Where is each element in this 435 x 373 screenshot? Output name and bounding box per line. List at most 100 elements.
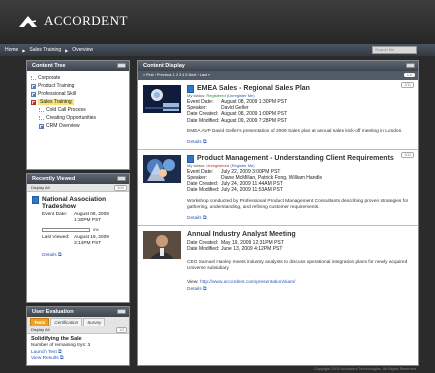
tree-item-corporate[interactable]: Corporate xyxy=(31,74,125,82)
tab-tests[interactable]: Tests xyxy=(30,318,50,326)
content-display-panel: Content Display « First ‹ Previous 1 2 3… xyxy=(137,60,419,366)
expand-icon[interactable] xyxy=(31,91,36,97)
pagination[interactable]: « First ‹ Previous 1 2 3 4 5 Next › Last… xyxy=(138,71,418,80)
unregister-link[interactable]: (Unregister Me) xyxy=(227,93,255,98)
tree-item-crm-overview[interactable]: CRM Overview xyxy=(31,122,125,130)
panel-title: Recently Viewed xyxy=(32,176,76,182)
tree-item-creating-opportunities[interactable]: Creating Opportunities xyxy=(31,114,125,122)
registration-status: My status: Registered (Unregister Me) xyxy=(187,93,413,98)
last-viewed-label: Last Viewed: xyxy=(42,235,70,240)
external-link-icon: ⧉ xyxy=(58,253,62,258)
content-item-title[interactable]: Annual Industry Analyst Meeting xyxy=(187,231,413,239)
tree-item-cold-call[interactable]: Cold Call Process xyxy=(31,106,125,114)
content-item-title[interactable]: Product Management - Understanding Clien… xyxy=(197,155,394,163)
panel-title: Content Display xyxy=(143,63,185,69)
content-description: Workshop conducted by Professional Produ… xyxy=(187,198,409,210)
tree-item-label: Sales Training xyxy=(38,99,74,105)
content-thumbnail[interactable] xyxy=(143,85,181,113)
field-label: Date Modified: xyxy=(187,245,220,252)
details-link[interactable]: Details ⧉ xyxy=(187,286,413,292)
content-thumbnail[interactable] xyxy=(143,230,181,259)
progress: 0% xyxy=(42,227,124,232)
details-label: Details xyxy=(42,253,57,258)
tree-item-label: Product Training xyxy=(38,83,75,89)
progress-bar xyxy=(42,227,90,232)
details-link[interactable]: Details ⧉ xyxy=(187,139,413,145)
view-url-row: View: http://www.accordent.com/presentat… xyxy=(187,280,413,285)
status-label: My status: xyxy=(187,162,206,168)
registration-status: My status: Unregistered (Register Me) xyxy=(187,163,413,168)
external-link-icon: ⧉ xyxy=(203,287,207,293)
event-date-value: August 08, 2009 1:30PM PST xyxy=(74,212,109,223)
panel-title: User Evaluation xyxy=(32,309,74,315)
last-viewed-value: August 19, 2009 3:14PM PST xyxy=(74,235,109,246)
field-value: July 24, 2009 11:53AM PST xyxy=(221,187,283,194)
status-value: Unregistered xyxy=(206,162,230,168)
brand-logo[interactable]: ACCORDENT xyxy=(18,13,128,29)
content-tree: Corporate Product Training Professional … xyxy=(27,71,129,133)
expand-icon[interactable] xyxy=(31,83,36,89)
recent-item: National Association Tradeshow Event Dat… xyxy=(27,192,129,262)
details-link[interactable]: Details ⧉ xyxy=(42,252,124,258)
tree-item-label: Corporate xyxy=(38,75,61,81)
details-label: Details xyxy=(187,287,202,293)
external-link-icon: ⧉ xyxy=(59,356,64,361)
expand-icon[interactable] xyxy=(39,123,44,129)
collapse-icon[interactable] xyxy=(31,99,36,105)
content-thumbnail[interactable] xyxy=(143,154,181,183)
event-date-label: Event Date: xyxy=(42,212,68,217)
tree-line-icon xyxy=(39,116,44,120)
progress-percent: 0% xyxy=(93,227,99,232)
pagination-label: « First ‹ Previous 1 2 3 4 5 Next › Last… xyxy=(143,73,211,77)
details-link[interactable]: Details ⧉ xyxy=(187,215,413,221)
breadcrumb-arrow-icon: ▶ xyxy=(65,47,69,53)
view-url-link[interactable]: http://www.accordent.com/presentation/si… xyxy=(200,280,295,285)
copyright-text: Copyright 2009 Accordent Technologies. A… xyxy=(313,367,417,371)
display-all-link[interactable]: Display All xyxy=(31,185,49,190)
details-label: Details xyxy=(187,139,202,145)
tab-survey[interactable]: Survey xyxy=(83,318,106,326)
collapse-icon[interactable] xyxy=(406,63,415,68)
tree-item-label: Cold Call Process xyxy=(46,107,86,113)
tree-item-label: CRM Overview xyxy=(46,123,80,129)
field-value: June 13, 2009 4:12PM PST xyxy=(221,245,283,252)
recent-item-title[interactable]: National Association Tradeshow xyxy=(42,196,124,210)
view-results-link[interactable]: View Results ⧉ xyxy=(31,355,125,361)
search-input[interactable]: Search Me xyxy=(372,46,417,54)
collapse-icon[interactable] xyxy=(117,309,126,314)
presentation-icon xyxy=(187,154,194,163)
display-all-bar: Display All 3/20 xyxy=(27,184,129,192)
content-item: Product Management - Understanding Clien… xyxy=(138,150,418,226)
view-label: View: xyxy=(187,280,199,286)
count-badge: 1/3 xyxy=(116,327,127,333)
count-badge: 1/11 xyxy=(404,73,415,77)
register-link[interactable]: (Register Me) xyxy=(230,163,254,168)
collapse-icon[interactable] xyxy=(117,63,126,68)
external-link-icon: ⧉ xyxy=(203,215,207,221)
content-description: CEO Samuel Hanley meets industry analyst… xyxy=(187,260,408,272)
test-title: Solidifying the Sale xyxy=(31,336,82,342)
count-badge: 3/11 xyxy=(401,151,414,158)
field-label: Date Modified: xyxy=(187,187,220,194)
breadcrumb-home[interactable]: Home xyxy=(5,47,18,53)
breadcrumb-sales-training[interactable]: Sales Training xyxy=(29,47,61,53)
panel-header: Content Tree xyxy=(27,61,129,71)
content-description: EMEA AVP David Geller's presentation of … xyxy=(187,128,403,134)
field-value: August 09, 2009 7:28PM PST xyxy=(221,117,288,124)
collapse-icon[interactable] xyxy=(117,176,126,181)
tree-item-label: Creating Opportunities xyxy=(46,115,97,121)
display-all-link[interactable]: Display All xyxy=(31,327,49,332)
tree-item-product-training[interactable]: Product Training xyxy=(31,82,125,90)
content-item-title[interactable]: EMEA Sales - Regional Sales Plan xyxy=(197,85,310,93)
panel-header: Content Display xyxy=(138,61,418,71)
display-all-bar: Display All 1/3 xyxy=(27,326,129,334)
evaluation-tabs: Tests Certification Survey xyxy=(27,317,129,326)
status-label: My status: xyxy=(187,93,206,98)
tree-item-sales-training[interactable]: Sales Training xyxy=(31,98,125,106)
presentation-icon xyxy=(187,85,194,93)
tree-item-label: Professional Skill xyxy=(38,91,77,97)
tab-certification[interactable]: Certification xyxy=(50,318,83,326)
tree-line-icon xyxy=(31,76,36,80)
tree-item-professional-skill[interactable]: Professional Skill xyxy=(31,90,125,98)
breadcrumb-overview[interactable]: Overview xyxy=(72,47,93,53)
